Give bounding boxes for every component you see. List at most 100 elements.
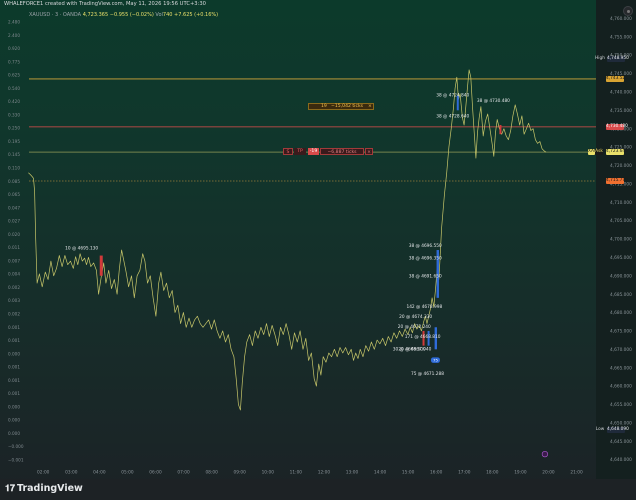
- tp-close-icon[interactable]: ×: [365, 148, 373, 155]
- trade-annotation: 171 @ 4668.810: [405, 334, 441, 340]
- y-tick-label: 4,695.000: [610, 255, 632, 261]
- indicator-tick-label: 0.085: [8, 179, 20, 184]
- y-tick-label: 4,680.000: [610, 310, 632, 316]
- x-tick-label: 12:00: [318, 470, 331, 476]
- indicator-tick-label: 0.047: [8, 205, 20, 210]
- indicator-tick-label: 0.145: [8, 152, 20, 157]
- volume-value: 740: [162, 12, 173, 18]
- indicator-tick-label: 0.540: [8, 86, 20, 91]
- x-tick-label: 15:00: [402, 470, 415, 476]
- indicator-tick-label: 0.330: [8, 112, 20, 117]
- trade-annotation: 20 @ 4672.240: [398, 324, 431, 330]
- indicator-tick-label: 0.000: [8, 404, 20, 409]
- last-label-code: Ask: [595, 149, 603, 156]
- y-tick-label: 4,735.000: [610, 108, 632, 114]
- last-label-prefix: XAU: [588, 149, 598, 156]
- y-tick-label: 4,690.000: [610, 273, 632, 279]
- indicator-tick-label: 0.195: [8, 139, 20, 144]
- chart-canvas[interactable]: 4,760.0004,755.0004,750.0004,745.0004,74…: [0, 0, 636, 500]
- low-price-label: 4,648.090: [607, 426, 629, 433]
- indicator-tick-label: 0.001: [8, 378, 20, 383]
- indicator-tick-label: 0.002: [8, 312, 20, 317]
- y-tick-label: 4,660.000: [610, 384, 632, 390]
- chart-window: 4,760.0004,755.0004,750.0004,745.0004,74…: [0, 0, 636, 500]
- volume-label: Vol: [155, 12, 163, 18]
- indicator-tick-label: 0.250: [8, 126, 20, 131]
- sl-close-icon[interactable]: ×: [368, 104, 372, 109]
- trade-annotation: 38 @ 4724.840: [436, 92, 469, 98]
- indicator-tick-label: 0.027: [8, 219, 20, 224]
- footer: [0, 479, 636, 500]
- y-tick-label: 4,705.000: [610, 218, 632, 224]
- event-marker-icon[interactable]: [541, 451, 549, 458]
- indicator-tick-label: −0.001: [8, 458, 24, 463]
- y-tick-label: 4,670.000: [610, 347, 632, 353]
- y-tick-label: 4,760.000: [610, 16, 632, 22]
- x-tick-label: 10:00: [262, 470, 275, 476]
- trade-annotation: 10 @ 4695.130: [65, 246, 98, 252]
- y-tick-label: 4,720.000: [610, 163, 632, 169]
- indicator-tick-label: 0.920: [8, 46, 20, 51]
- x-tick-label: 18:00: [486, 470, 499, 476]
- x-tick-label: 03:00: [65, 470, 78, 476]
- x-tick-label: 21:00: [570, 470, 583, 476]
- take-profit-order-label[interactable]: S TP -19 −6,887 ticks ×: [283, 148, 375, 155]
- indicator-tick-label: 0.002: [8, 285, 20, 290]
- x-tick-label: 13:00: [346, 470, 359, 476]
- indicator-tick-label: 0.003: [8, 298, 20, 303]
- x-tick-label: 17:00: [458, 470, 471, 476]
- indicator-tick-label: 0.110: [8, 166, 20, 171]
- y-tick-label: 4,640.000: [610, 457, 632, 463]
- settings-icon[interactable]: [623, 6, 633, 16]
- y-tick-label: 4,740.000: [610, 90, 632, 96]
- tp-tag: TP: [294, 148, 306, 155]
- volume-change: +7.625 (+0.16%): [174, 12, 219, 18]
- header: WHALEFORCE1 created with TradingView.com…: [0, 0, 636, 12]
- indicator-tick-label: 0.000: [8, 351, 20, 356]
- x-tick-label: 08:00: [205, 470, 218, 476]
- tp-ticks: −6,887 ticks: [320, 148, 364, 155]
- tp-qty: -19: [308, 148, 319, 155]
- symbol-legend[interactable]: XAUUSD · 3 · OANDA 4,723.365 −0.955 (−0.…: [29, 12, 218, 18]
- indicator-tick-label: 0.001: [8, 365, 20, 370]
- y-tick-label: 4,645.000: [610, 439, 632, 445]
- indicator-tick-label: 2.480: [8, 20, 20, 25]
- sell-execution-marker[interactable]: [499, 125, 502, 135]
- indicator-tick-label: 0.001: [8, 338, 20, 343]
- indicator-tick-label: 0.004: [8, 272, 20, 277]
- price-series-line[interactable]: [28, 69, 547, 411]
- indicator-tick-label: 0.775: [8, 59, 20, 64]
- x-tick-label: 02:00: [37, 470, 50, 476]
- tradingview-wordmark: TradingView: [17, 483, 83, 494]
- indicator-tick-label: 0.065: [8, 192, 20, 197]
- y-tick-label: 4,665.000: [610, 365, 632, 371]
- indicator-tick-label: 0.020: [8, 232, 20, 237]
- indicator-tick-label: −0.000: [8, 444, 24, 449]
- sl-qty: 19: [321, 104, 327, 109]
- symbol-name: XAUUSD · 3 · OANDA: [29, 12, 82, 18]
- indicator-tick-label: 0.000: [8, 418, 20, 423]
- indicator-tick-label: 2.400: [8, 33, 20, 38]
- x-tick-label: 05:00: [121, 470, 134, 476]
- y-tick-label: 4,655.000: [610, 402, 632, 408]
- execution-qty-text: 75: [433, 358, 438, 363]
- stop-loss-order-label[interactable]: 19 −15,042 ticks ×: [308, 103, 374, 110]
- tradingview-mark: 𝟏𝟕: [5, 484, 16, 494]
- high-label-prefix: High: [595, 55, 605, 61]
- x-tick-label: 11:00: [290, 470, 303, 476]
- entry-price-label: 4,715.770: [606, 178, 628, 184]
- sl-price-label: 4,743.523: [606, 75, 628, 82]
- sell-execution-marker[interactable]: [99, 255, 103, 276]
- indicator-tick-label: 0.420: [8, 99, 20, 104]
- trade-annotation: 38 @ 4696.350: [409, 256, 442, 262]
- indicator-tick-label: 0.000: [8, 431, 20, 436]
- trade-annotation: 20 @ 4667.940: [398, 346, 431, 352]
- trade-annotation: 38 @ 4691.650: [409, 273, 442, 279]
- indicator-tick-label: 0.007: [8, 258, 20, 263]
- x-tick-label: 19:00: [514, 470, 527, 476]
- low-label-prefix: Low: [595, 426, 605, 432]
- x-tick-label: 14:00: [374, 470, 387, 476]
- indicator-tick-label: 0.001: [8, 391, 20, 396]
- x-tick-label: 09:00: [234, 470, 247, 476]
- y-tick-label: 4,685.000: [610, 292, 632, 298]
